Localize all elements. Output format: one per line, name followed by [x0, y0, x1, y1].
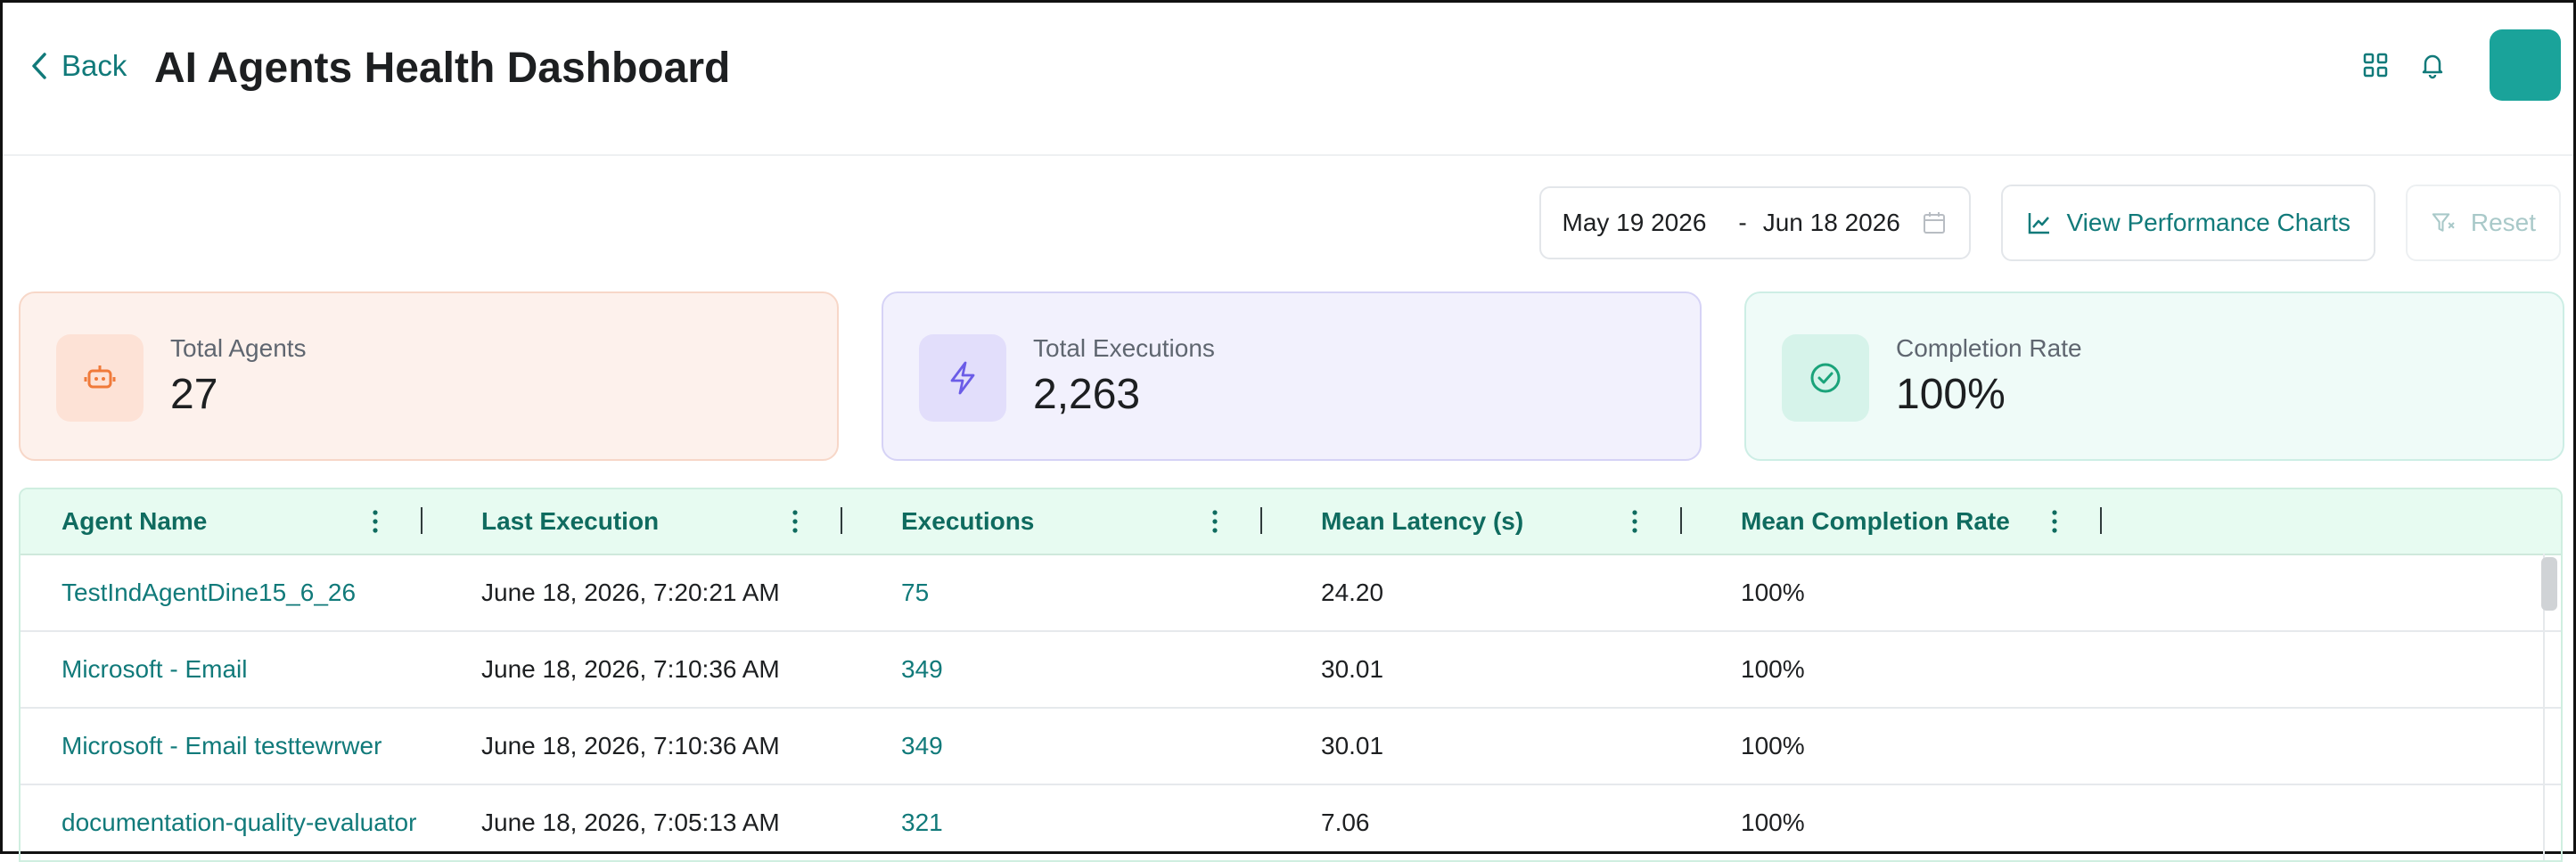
filter-bar: May 19 2026 - Jun 18 2026 View Performan… [1538, 185, 2561, 261]
column-header-agent-name[interactable]: Agent Name [21, 489, 440, 554]
start-date: May 19 2026 [1562, 209, 1707, 236]
end-date: Jun 18 2026 [1762, 209, 1900, 236]
column-header-label: Executions [901, 507, 1035, 535]
agent-name-link[interactable]: Microsoft - Email testtewrwer [21, 732, 440, 760]
kebab-menu-icon[interactable] [2048, 507, 2061, 536]
line-chart-icon [2028, 213, 2049, 234]
column-header-last-execution[interactable]: Last Execution [440, 489, 860, 554]
view-charts-label: View Performance Charts [2066, 209, 2351, 236]
stat-label: Total Executions [1033, 334, 1215, 362]
calendar-icon [1923, 212, 1945, 234]
stat-card-total-executions: Total Executions 2,263 [882, 291, 1702, 461]
column-resize-handle[interactable] [2100, 507, 2102, 534]
reset-button[interactable]: Reset [2406, 185, 2561, 261]
kebab-menu-icon[interactable] [1628, 507, 1641, 536]
mean-latency-cell: 24.20 [1321, 579, 1384, 606]
executions-link[interactable]: 75 [860, 579, 1280, 607]
kebab-menu-icon[interactable] [789, 507, 801, 536]
grid-icon[interactable] [2358, 47, 2393, 83]
last-execution-cell: June 18, 2026, 7:10:36 AM [481, 732, 780, 759]
date-separator: - [1738, 209, 1747, 236]
stat-value: 27 [170, 371, 218, 418]
mean-completion-rate-cell: 100% [1741, 809, 1805, 836]
column-resize-handle[interactable] [1680, 507, 1682, 534]
stats-cards: Total Agents 27 Total Executions 2,263 C… [19, 291, 2564, 461]
mean-latency-cell: 7.06 [1321, 809, 1370, 836]
stat-value: 2,263 [1033, 371, 1141, 418]
column-header-label: Mean Latency (s) [1321, 507, 1524, 535]
column-header-mean-latency[interactable]: Mean Latency (s) [1280, 489, 1700, 554]
stat-label: Total Agents [170, 334, 307, 362]
column-header-mean-completion-rate[interactable]: Mean Completion Rate [1700, 489, 2120, 554]
stat-card-total-agents: Total Agents 27 [19, 291, 839, 461]
agent-name-link[interactable]: Microsoft - Email [21, 655, 440, 684]
executions-link[interactable]: 321 [860, 809, 1280, 837]
table-row[interactable]: documentation-quality-evaluator June 18,… [21, 785, 2561, 860]
column-header-label: Mean Completion Rate [1741, 507, 2010, 535]
executions-link[interactable]: 349 [860, 732, 1280, 760]
table-header: Agent Name Last Execution Executions Mea… [21, 489, 2561, 555]
top-bar: Back AI Agents Health Dashboard [3, 3, 2573, 156]
avatar[interactable] [2490, 29, 2561, 101]
table-row[interactable]: Microsoft - Email testtewrwer June 18, 2… [21, 709, 2561, 785]
bell-icon[interactable] [2415, 47, 2450, 83]
stat-label: Completion Rate [1896, 334, 2082, 362]
column-header-label: Last Execution [481, 507, 660, 535]
filter-clear-icon [2432, 213, 2455, 232]
view-performance-charts-button[interactable]: View Performance Charts [2000, 185, 2375, 261]
column-header-executions[interactable]: Executions [860, 489, 1280, 554]
scrollbar-thumb[interactable] [2541, 557, 2557, 611]
table-row[interactable]: TestIndAgentDine15_6_26 June 18, 2026, 7… [21, 555, 2561, 632]
page-title: AI Agents Health Dashboard [154, 45, 731, 92]
header-actions [2358, 29, 2573, 101]
mean-latency-cell: 30.01 [1321, 655, 1384, 683]
stat-card-completion-rate: Completion Rate 100% [1744, 291, 2564, 461]
stat-value: 100% [1896, 371, 2006, 418]
chevron-left-icon [32, 53, 46, 79]
column-resize-handle[interactable] [1260, 507, 1262, 534]
agent-name-link[interactable]: TestIndAgentDine15_6_26 [21, 579, 440, 607]
check-circle-icon [1782, 334, 1869, 422]
executions-link[interactable]: 349 [860, 655, 1280, 684]
last-execution-cell: June 18, 2026, 7:10:36 AM [481, 655, 780, 683]
agents-table: Agent Name Last Execution Executions Mea… [19, 488, 2563, 862]
last-execution-cell: June 18, 2026, 7:20:21 AM [481, 579, 780, 606]
back-label: Back [62, 49, 127, 82]
kebab-menu-icon[interactable] [369, 507, 381, 536]
agent-name-link[interactable]: documentation-quality-evaluator [21, 809, 440, 837]
date-range-picker[interactable]: May 19 2026 - Jun 18 2026 [1538, 186, 1971, 259]
column-header-label: Agent Name [62, 507, 208, 535]
mean-completion-rate-cell: 100% [1741, 579, 1805, 606]
mean-completion-rate-cell: 100% [1741, 655, 1805, 683]
mean-latency-cell: 30.01 [1321, 732, 1384, 759]
table-row[interactable]: Microsoft - Email June 18, 2026, 7:10:36… [21, 632, 2561, 709]
kebab-menu-icon[interactable] [1209, 507, 1221, 536]
mean-completion-rate-cell: 100% [1741, 732, 1805, 759]
column-resize-handle[interactable] [841, 507, 842, 534]
last-execution-cell: June 18, 2026, 7:05:13 AM [481, 809, 780, 836]
bolt-icon [919, 334, 1006, 422]
back-button[interactable]: Back [29, 49, 127, 83]
robot-icon [56, 334, 144, 422]
reset-label: Reset [2470, 209, 2536, 236]
column-resize-handle[interactable] [421, 507, 422, 534]
